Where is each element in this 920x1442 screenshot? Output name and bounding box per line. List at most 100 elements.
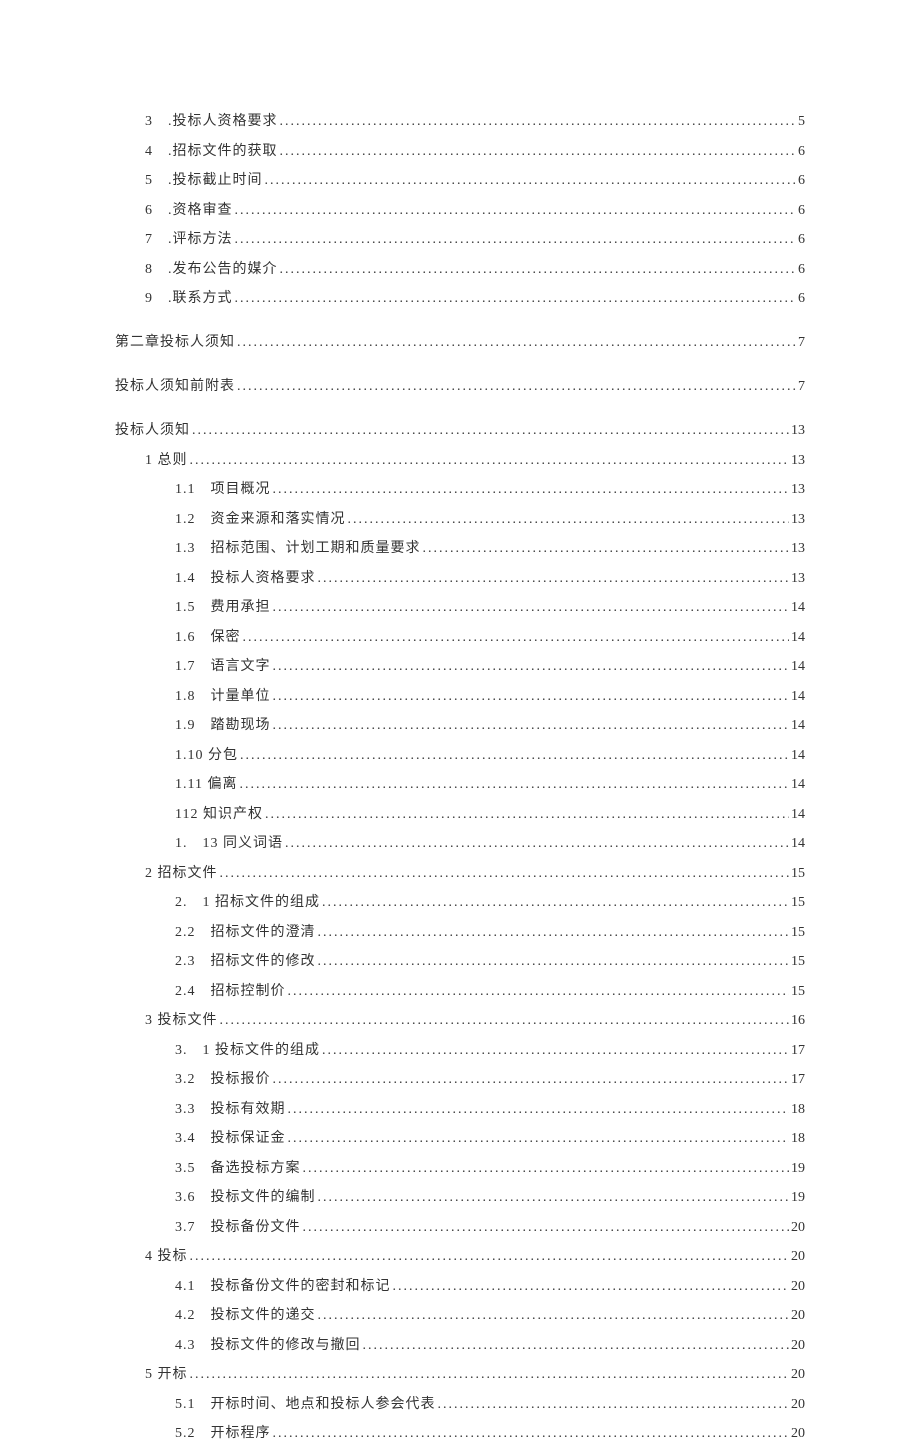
toc-entry-label: 1.10 分包 bbox=[175, 744, 238, 764]
toc-entry: 4 .招标文件的获取6 bbox=[115, 140, 805, 160]
toc-entry-label: 1.2 资金来源和落实情况 bbox=[175, 508, 346, 528]
toc-entry: 3.2 投标报价 17 bbox=[115, 1068, 805, 1088]
toc-leader-dots bbox=[303, 1220, 790, 1236]
toc-entry-page: 14 bbox=[791, 807, 805, 823]
toc-leader-dots bbox=[235, 291, 797, 307]
toc-entry-label: 4.3 投标文件的修改与撤回 bbox=[175, 1334, 361, 1354]
toc-entry: 2.3 招标文件的修改 15 bbox=[115, 950, 805, 970]
toc-entry-page: 18 bbox=[791, 1102, 805, 1118]
toc-entry: 投标人须知前附表7 bbox=[115, 375, 805, 395]
toc-entry-page: 20 bbox=[791, 1308, 805, 1324]
toc-entry: 1.10 分包 14 bbox=[115, 744, 805, 764]
toc-entry-page: 6 bbox=[798, 203, 805, 219]
toc-entry: 1.4 投标人资格要求13 bbox=[115, 567, 805, 587]
toc-entry-page: 6 bbox=[798, 173, 805, 189]
toc-leader-dots bbox=[273, 600, 790, 616]
toc-leader-dots bbox=[273, 689, 790, 705]
toc-entry-page: 15 bbox=[791, 925, 805, 941]
toc-entry-page: 18 bbox=[791, 1131, 805, 1147]
toc-entry-page: 5 bbox=[798, 114, 805, 130]
toc-entry-label: 6 .资格审查 bbox=[145, 199, 233, 219]
toc-leader-dots bbox=[318, 571, 790, 587]
toc-entry: 3.4 投标保证金 18 bbox=[115, 1127, 805, 1147]
toc-entry-page: 13 bbox=[791, 541, 805, 557]
toc-entry-label: 2. 1 招标文件的组成 bbox=[175, 891, 320, 911]
toc-leader-dots bbox=[363, 1338, 790, 1354]
toc-leader-dots bbox=[220, 866, 790, 882]
toc-leader-dots bbox=[237, 379, 796, 395]
toc-entry: 5.1 开标时间、地点和投标人参会代表20 bbox=[115, 1393, 805, 1413]
toc-entry-page: 15 bbox=[791, 866, 805, 882]
toc-entry: 1.3 招标范围、计划工期和质量要求 13 bbox=[115, 537, 805, 557]
toc-entry: 5 开标20 bbox=[115, 1363, 805, 1383]
toc-leader-dots bbox=[318, 925, 790, 941]
toc-entry: 4.3 投标文件的修改与撤回 20 bbox=[115, 1334, 805, 1354]
toc-entry: 3. 1 投标文件的组成 17 bbox=[115, 1039, 805, 1059]
toc-entry: 1.5 费用承担 14 bbox=[115, 596, 805, 616]
toc-leader-dots bbox=[237, 335, 796, 351]
toc-entry-label: 2.2 招标文件的澄清 bbox=[175, 921, 316, 941]
toc-entry: 4.1 投标备份文件的密封和标记 20 bbox=[115, 1275, 805, 1295]
toc-entry-label: 7 .评标方法 bbox=[145, 228, 233, 248]
toc-entry-page: 14 bbox=[791, 748, 805, 764]
toc-entry: 3.5 备选投标方案 19 bbox=[115, 1157, 805, 1177]
toc-leader-dots bbox=[423, 541, 790, 557]
toc-leader-dots bbox=[190, 1367, 790, 1383]
toc-entry-label: 1.1 项目概况 bbox=[175, 478, 271, 498]
table-of-contents: 3 .投标人资格要求 5 4 .招标文件的获取6 5 .投标截止时间6 6 .资格审查 6… bbox=[115, 110, 805, 1442]
toc-entry-page: 14 bbox=[791, 630, 805, 646]
toc-entry-page: 16 bbox=[791, 1013, 805, 1029]
toc-entry-label: 1.3 招标范围、计划工期和质量要求 bbox=[175, 537, 421, 557]
toc-entry: 3 投标文件16 bbox=[115, 1009, 805, 1029]
toc-leader-dots bbox=[192, 423, 789, 439]
toc-entry-label: 112 知识产权 bbox=[175, 803, 263, 823]
toc-entry-label: 3 .投标人资格要求 bbox=[145, 110, 278, 130]
toc-leader-dots bbox=[273, 1072, 790, 1088]
toc-leader-dots bbox=[348, 512, 790, 528]
toc-entry-page: 14 bbox=[791, 659, 805, 675]
toc-leader-dots bbox=[303, 1161, 790, 1177]
toc-leader-dots bbox=[235, 203, 797, 219]
toc-entry-label: 4.1 投标备份文件的密封和标记 bbox=[175, 1275, 391, 1295]
toc-entry-label: 投标人须知前附表 bbox=[115, 375, 235, 395]
toc-entry-page: 20 bbox=[791, 1426, 805, 1442]
toc-leader-dots bbox=[273, 718, 790, 734]
toc-entry-page: 13 bbox=[791, 512, 805, 528]
toc-entry-page: 20 bbox=[791, 1397, 805, 1413]
toc-entry-label: 4 投标 bbox=[145, 1245, 188, 1265]
toc-entry: 4.2 投标文件的递交 20 bbox=[115, 1304, 805, 1324]
toc-entry-page: 20 bbox=[791, 1279, 805, 1295]
toc-entry-page: 20 bbox=[791, 1249, 805, 1265]
toc-entry-page: 15 bbox=[791, 895, 805, 911]
toc-leader-dots bbox=[273, 1426, 790, 1442]
toc-entry: 9 .联系方式 6 bbox=[115, 287, 805, 307]
toc-entry: 投标人须知13 bbox=[115, 419, 805, 439]
toc-entry: 1.1 项目概况 13 bbox=[115, 478, 805, 498]
toc-entry-label: 2 招标文件 bbox=[145, 862, 218, 882]
toc-entry: 1.8 计量单位14 bbox=[115, 685, 805, 705]
toc-entry: 1.7 语言文字14 bbox=[115, 655, 805, 675]
toc-entry-label: 第二章投标人须知 bbox=[115, 331, 235, 351]
toc-entry-label: 9 .联系方式 bbox=[145, 287, 233, 307]
toc-entry-page: 14 bbox=[791, 689, 805, 705]
toc-leader-dots bbox=[280, 144, 797, 160]
toc-entry: 1.11 偏离14 bbox=[115, 773, 805, 793]
toc-entry-page: 13 bbox=[791, 482, 805, 498]
toc-entry-label: 1.5 费用承担 bbox=[175, 596, 271, 616]
toc-leader-dots bbox=[322, 1043, 789, 1059]
toc-entry: 2.4 招标控制价 15 bbox=[115, 980, 805, 1000]
toc-entry: 1.6 保密14 bbox=[115, 626, 805, 646]
toc-entry-label: 4.2 投标文件的递交 bbox=[175, 1304, 316, 1324]
toc-leader-dots bbox=[240, 748, 789, 764]
toc-entry: 3 .投标人资格要求 5 bbox=[115, 110, 805, 130]
toc-entry: 1. 13 同义词语14 bbox=[115, 832, 805, 852]
toc-entry: 2 招标文件 15 bbox=[115, 862, 805, 882]
toc-entry-page: 13 bbox=[791, 423, 805, 439]
toc-leader-dots bbox=[393, 1279, 790, 1295]
toc-entry-page: 14 bbox=[791, 600, 805, 616]
toc-entry: 5 .投标截止时间6 bbox=[115, 169, 805, 189]
toc-entry-page: 6 bbox=[798, 144, 805, 160]
toc-entry-page: 6 bbox=[798, 291, 805, 307]
toc-entry-label: 5 开标 bbox=[145, 1363, 188, 1383]
toc-entry-label: 2.3 招标文件的修改 bbox=[175, 950, 316, 970]
